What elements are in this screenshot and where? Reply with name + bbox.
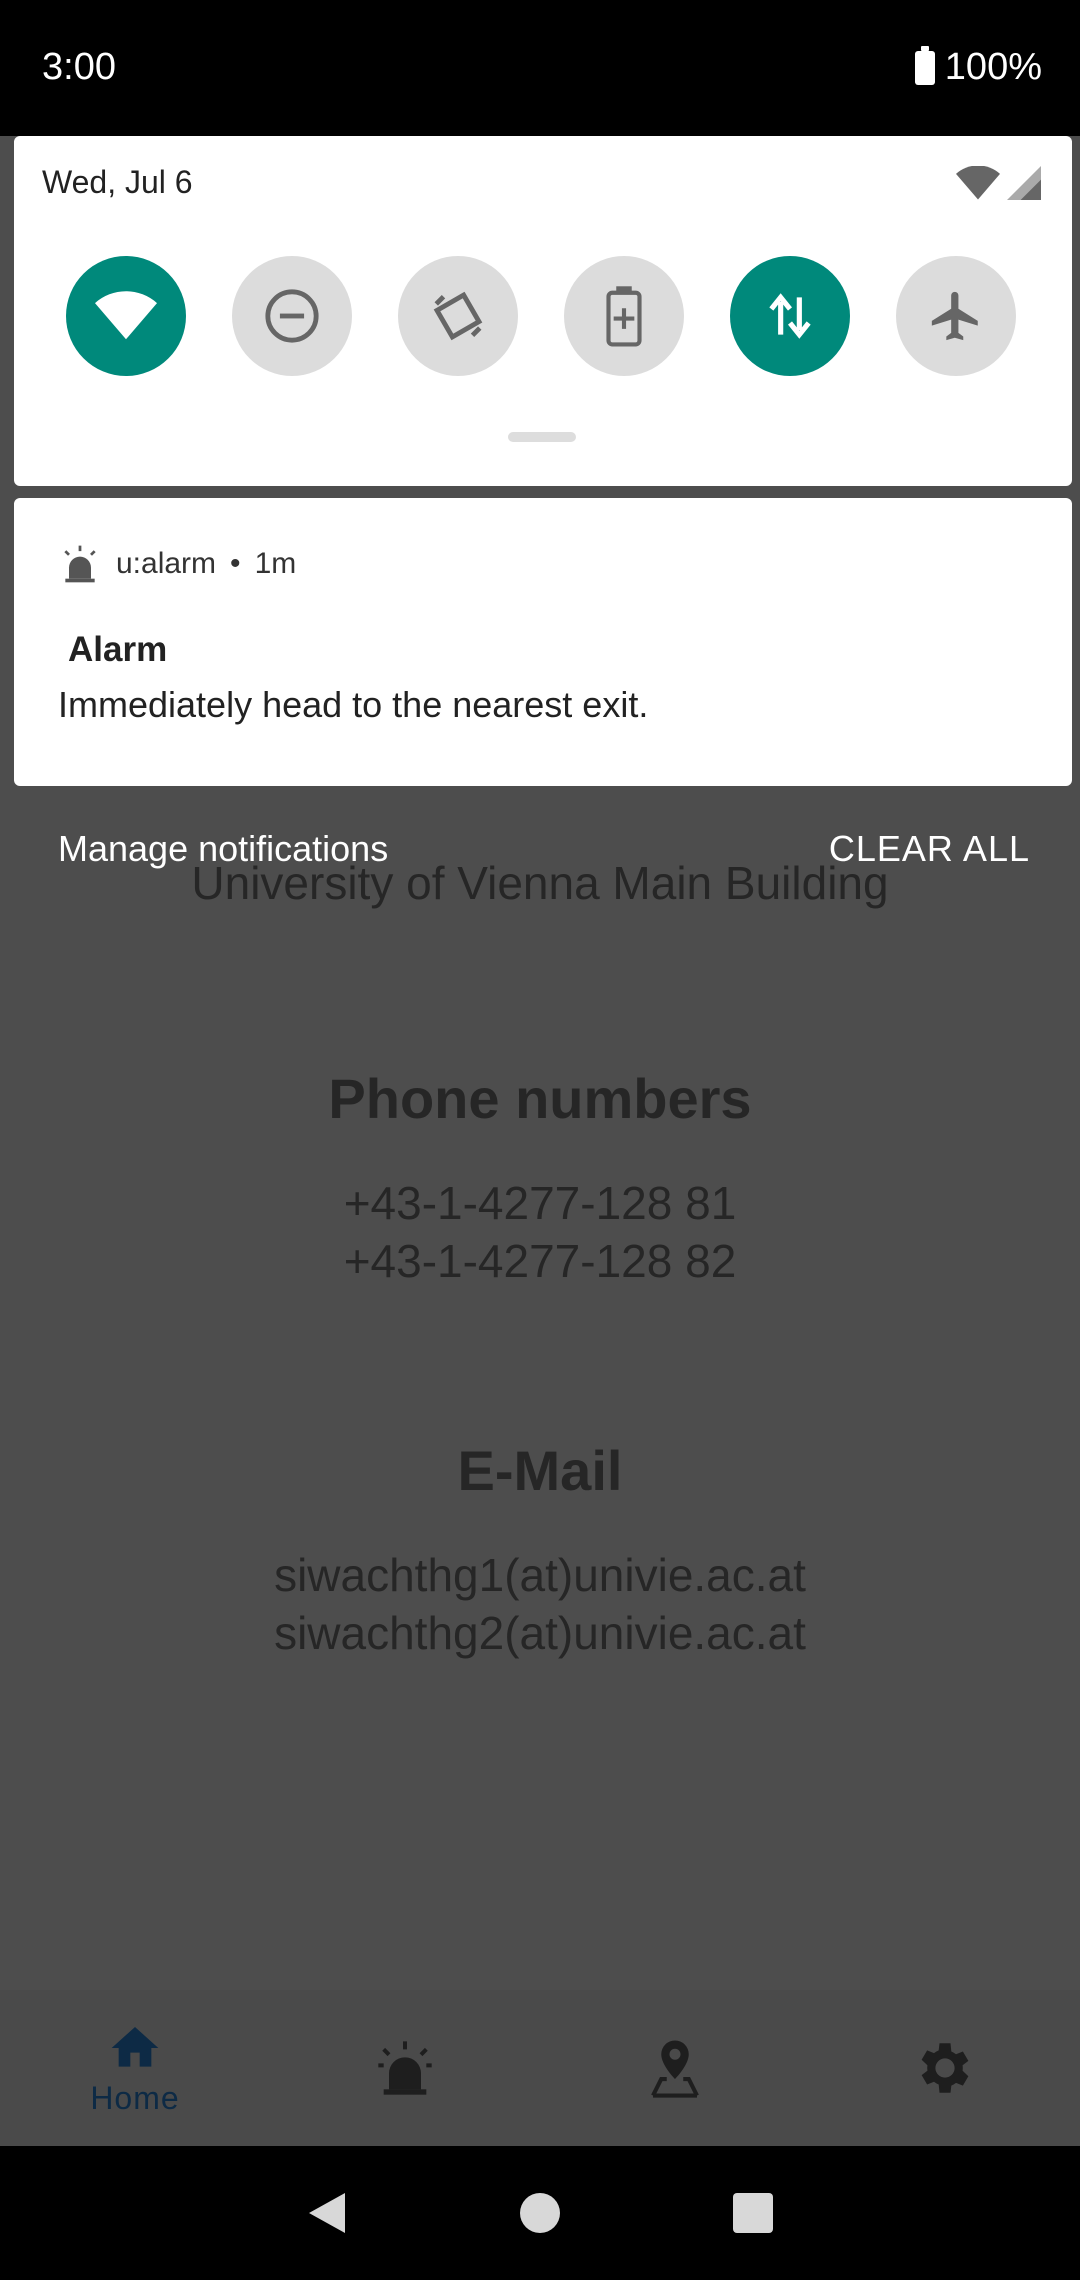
status-time: 3:00 xyxy=(42,46,116,88)
clear-all-button[interactable]: CLEAR ALL xyxy=(829,828,1030,870)
alarm-light-icon xyxy=(378,2041,432,2095)
notif-header: u:alarm • 1m xyxy=(58,542,296,586)
battery-icon xyxy=(914,45,935,85)
notif-time: 1m xyxy=(254,547,297,580)
notif-title: Alarm xyxy=(68,630,168,669)
nav-home[interactable]: Home xyxy=(35,1998,235,2138)
gear-icon xyxy=(921,2043,969,2093)
quick-settings-panel: Wed, Jul 6 xyxy=(14,136,1072,486)
email-1: siwachthg1(at)univie.ac.at xyxy=(274,1549,806,1601)
notif-separator: • xyxy=(230,547,241,580)
phone-number-1: +43-1-4277-128 81 xyxy=(343,1177,737,1229)
qs-tile-rotate[interactable] xyxy=(398,256,518,376)
status-right: 100% xyxy=(914,45,1042,89)
phone-number-2: +43-1-4277-128 82 xyxy=(343,1235,737,1287)
nav-settings[interactable] xyxy=(845,1998,1045,2138)
qs-tiles xyxy=(66,256,1016,376)
back-icon xyxy=(308,2193,345,2233)
manage-notifications-button[interactable]: Manage notifications xyxy=(58,828,388,870)
back-button[interactable] xyxy=(287,2173,367,2253)
qs-signal-indicators xyxy=(956,166,1042,200)
do-not-disturb-icon xyxy=(265,289,319,343)
wifi-status-icon xyxy=(956,166,1000,200)
qs-date: Wed, Jul 6 xyxy=(42,164,193,200)
battery-percent: 100% xyxy=(944,46,1042,88)
home-circle-icon xyxy=(519,2193,560,2233)
qs-drag-handle[interactable] xyxy=(508,432,576,442)
qs-tile-airplane[interactable] xyxy=(896,256,1016,376)
wifi-icon xyxy=(95,291,157,340)
nav-alarm[interactable] xyxy=(305,1998,505,2138)
cell-signal-icon xyxy=(1007,166,1041,200)
recents-button[interactable] xyxy=(713,2173,793,2253)
home-button[interactable] xyxy=(500,2173,580,2253)
recents-icon xyxy=(733,2193,774,2233)
system-nav-bar xyxy=(0,2146,1080,2280)
notification-actions: Manage notifications CLEAR ALL xyxy=(0,828,1080,884)
notif-text: Immediately head to the nearest exit. xyxy=(58,684,649,725)
home-icon xyxy=(111,2026,159,2067)
map-pin-icon xyxy=(651,2040,699,2098)
battery-saver-icon xyxy=(606,286,642,347)
qs-tile-wifi[interactable] xyxy=(66,256,186,376)
email-title: E-Mail xyxy=(457,1439,623,1502)
airplane-icon xyxy=(931,291,978,341)
alarm-light-icon xyxy=(64,545,96,583)
status-bar: 3:00 100% xyxy=(0,0,1080,136)
qs-tile-dnd[interactable] xyxy=(232,256,352,376)
mobile-data-icon xyxy=(769,293,811,339)
qs-tile-battery-saver[interactable] xyxy=(564,256,684,376)
phone-title: Phone numbers xyxy=(328,1067,752,1130)
email-2: siwachthg2(at)univie.ac.at xyxy=(274,1607,806,1659)
auto-rotate-icon xyxy=(433,291,483,341)
qs-tile-mobile-data[interactable] xyxy=(730,256,850,376)
nav-home-label: Home xyxy=(90,2079,180,2116)
nav-map[interactable] xyxy=(575,1998,775,2138)
notif-app-name: u:alarm xyxy=(116,547,217,580)
bottom-nav: Home xyxy=(0,1990,1080,2146)
alarm-notification[interactable]: u:alarm • 1m Alarm Immediately head to t… xyxy=(14,498,1072,786)
